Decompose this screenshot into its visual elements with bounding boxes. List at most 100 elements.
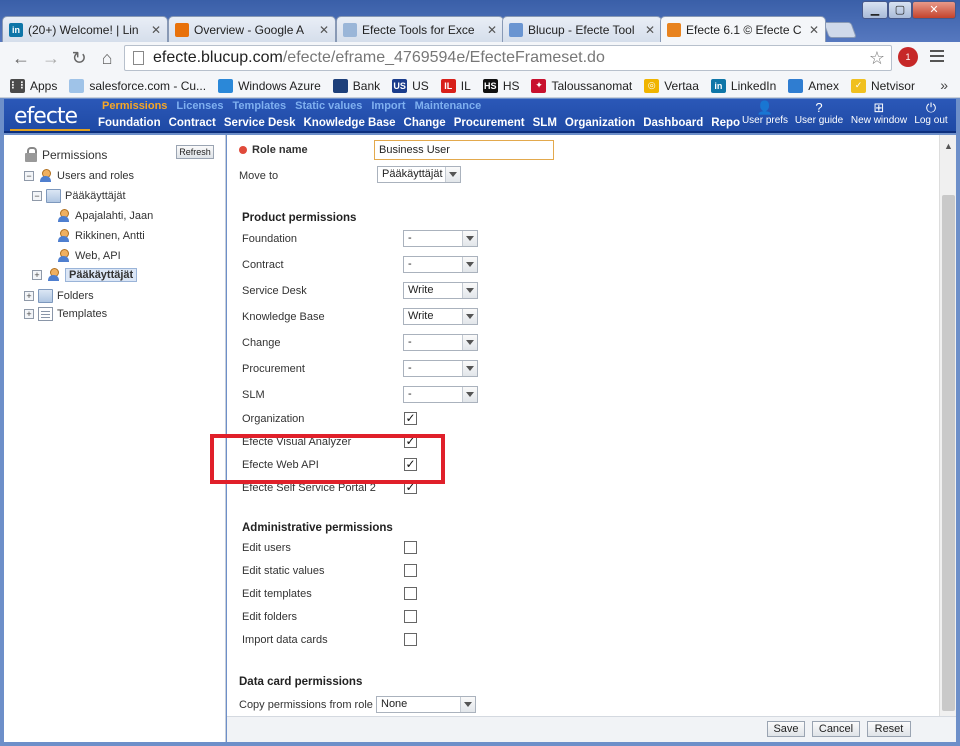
chevron-down-icon bbox=[462, 257, 477, 272]
tab-close-icon[interactable]: ✕ bbox=[487, 23, 497, 37]
mainnav-item[interactable]: Procurement bbox=[454, 117, 525, 129]
permission-select[interactable]: - bbox=[403, 386, 478, 403]
minimize-button[interactable]: ▁ bbox=[862, 1, 888, 19]
mainnav-item[interactable]: Foundation bbox=[98, 117, 161, 129]
permission-checkbox[interactable] bbox=[404, 541, 417, 554]
forward-icon[interactable]: → bbox=[40, 47, 62, 69]
tree-item-label: Users and roles bbox=[57, 170, 135, 182]
tab-close-icon[interactable]: ✕ bbox=[151, 23, 161, 37]
browser-tab[interactable]: in (20+) Welcome! | Lin ✕ bbox=[2, 16, 168, 42]
address-bar[interactable]: efecte.blucup.com/efecte/eframe_4769594e… bbox=[124, 45, 892, 71]
form-scrollbar[interactable]: ▲ bbox=[939, 135, 956, 716]
expand-icon[interactable]: + bbox=[24, 309, 34, 319]
tree-item[interactable]: Apajalahti, Jaan bbox=[56, 208, 153, 224]
scroll-up-icon[interactable]: ▲ bbox=[944, 141, 953, 151]
tree-item[interactable]: − Pääkäyttäjät bbox=[32, 188, 126, 204]
reload-icon[interactable]: ↻ bbox=[68, 47, 90, 69]
save-button[interactable]: Save bbox=[767, 721, 805, 737]
header-tool[interactable]: ⊞ New window bbox=[848, 101, 910, 127]
tab-close-icon[interactable]: ✕ bbox=[319, 23, 329, 37]
back-icon[interactable]: ← bbox=[10, 47, 32, 69]
subnav-item[interactable]: Static values bbox=[295, 100, 362, 112]
tree-item-label: Web, API bbox=[75, 250, 121, 262]
subnav-item[interactable]: Licenses bbox=[176, 100, 223, 112]
permission-select[interactable]: Write bbox=[403, 308, 478, 325]
new-tab-button[interactable] bbox=[823, 22, 857, 38]
bookmark-item[interactable]: ✓ Netvisor bbox=[850, 78, 915, 93]
bookmark-item[interactable]: Amex bbox=[788, 78, 839, 93]
permission-select[interactable]: - bbox=[403, 256, 478, 273]
home-icon[interactable]: ⌂ bbox=[96, 47, 118, 69]
bookmark-item[interactable]: in LinkedIn bbox=[710, 78, 776, 93]
bookmark-item[interactable]: US US bbox=[392, 78, 429, 93]
mainnav-item[interactable]: Service Desk bbox=[224, 117, 296, 129]
permission-select[interactable]: - bbox=[403, 334, 478, 351]
permission-select[interactable]: Write bbox=[403, 282, 478, 299]
browser-tab[interactable]: Blucup - Efecte Tool ✕ bbox=[502, 16, 662, 42]
header-tool[interactable]: 👤 User prefs bbox=[740, 101, 790, 127]
tree-root[interactable]: Permissions bbox=[24, 147, 107, 163]
tab-close-icon[interactable]: ✕ bbox=[809, 23, 819, 37]
reset-button[interactable]: Reset bbox=[867, 721, 911, 737]
user-icon bbox=[46, 268, 61, 282]
bookmark-item[interactable]: Windows Azure bbox=[218, 78, 321, 93]
permission-select[interactable]: - bbox=[403, 230, 478, 247]
permission-label: Service Desk bbox=[242, 285, 307, 297]
bookmarks-more-icon[interactable]: » bbox=[940, 77, 948, 93]
browser-tab[interactable]: Efecte Tools for Exce ✕ bbox=[336, 16, 504, 42]
permission-checkbox[interactable] bbox=[404, 587, 417, 600]
close-window-button[interactable]: ✕ bbox=[912, 1, 956, 19]
tree-item[interactable]: + Folders bbox=[24, 288, 94, 304]
subnav-item[interactable]: Maintenance bbox=[415, 100, 482, 112]
browser-tab[interactable]: Efecte 6.1 © Efecte C ✕ bbox=[660, 16, 826, 42]
move-to-select[interactable]: Pääkäyttäjät bbox=[377, 166, 461, 183]
collapse-icon[interactable]: − bbox=[32, 191, 42, 201]
chevron-down-icon bbox=[462, 387, 477, 402]
role-name-input[interactable] bbox=[374, 140, 554, 160]
bookmark-item[interactable]: ◎ Vertaa bbox=[644, 78, 699, 93]
mainnav-item[interactable]: Contract bbox=[169, 117, 216, 129]
header-tool[interactable]: ? User guide bbox=[790, 101, 848, 127]
apps-icon: ⋮⋮ bbox=[9, 78, 27, 93]
maximize-button[interactable]: ▢ bbox=[888, 1, 912, 19]
tree-item[interactable]: Web, API bbox=[56, 248, 121, 264]
refresh-button[interactable]: Refresh bbox=[176, 145, 214, 159]
tree-item[interactable]: + Pääkäyttäjät bbox=[32, 267, 138, 283]
scrollbar-thumb[interactable] bbox=[942, 195, 955, 711]
mainnav-item[interactable]: Knowledge Base bbox=[304, 117, 396, 129]
efecte-logo[interactable]: efecte bbox=[14, 104, 78, 129]
browser-menu-icon[interactable] bbox=[930, 50, 944, 64]
permission-checkbox[interactable] bbox=[404, 610, 417, 623]
browser-tab[interactable]: Overview - Google A ✕ bbox=[168, 16, 336, 42]
bookmark-item[interactable]: ⋮⋮ Apps bbox=[9, 78, 57, 93]
header-tool[interactable]: ⏻ Log out bbox=[910, 101, 952, 127]
bookmark-item[interactable]: IL IL bbox=[440, 78, 471, 93]
collapse-icon[interactable]: − bbox=[24, 171, 34, 181]
tree-item[interactable]: + Templates bbox=[24, 306, 107, 322]
mainnav-item[interactable]: Change bbox=[404, 117, 446, 129]
mainnav-item[interactable]: Organization bbox=[565, 117, 635, 129]
bookmark-item[interactable]: ✦ Taloussanomat bbox=[531, 78, 632, 93]
tree-item[interactable]: − Users and roles bbox=[24, 168, 134, 184]
expand-icon[interactable]: + bbox=[24, 291, 34, 301]
copy-permissions-select[interactable]: None bbox=[376, 696, 476, 713]
tab-close-icon[interactable]: ✕ bbox=[645, 23, 655, 37]
bookmark-star-icon[interactable]: ☆ bbox=[869, 46, 885, 70]
subnav-item[interactable]: Permissions bbox=[102, 100, 167, 112]
expand-icon[interactable]: + bbox=[32, 270, 42, 280]
subnav-item[interactable]: Import bbox=[371, 100, 405, 112]
extension-icon[interactable]: 1 bbox=[898, 47, 918, 67]
subnav-item[interactable]: Templates bbox=[233, 100, 287, 112]
mainnav-item[interactable]: Dashboard bbox=[643, 117, 703, 129]
permission-checkbox[interactable] bbox=[404, 633, 417, 646]
permission-checkbox[interactable] bbox=[404, 564, 417, 577]
mainnav-item[interactable]: SLM bbox=[533, 117, 557, 129]
tree-item[interactable]: Rikkinen, Antti bbox=[56, 228, 145, 244]
permission-select[interactable]: - bbox=[403, 360, 478, 377]
permission-checkbox[interactable]: ✓ bbox=[404, 412, 417, 425]
bookmark-item[interactable]: salesforce.com - Cu... bbox=[69, 78, 206, 93]
bookmark-item[interactable]: Bank bbox=[332, 78, 380, 93]
mainnav-item[interactable]: Reports bbox=[711, 117, 740, 129]
cancel-button[interactable]: Cancel bbox=[812, 721, 860, 737]
bookmark-item[interactable]: HS HS bbox=[482, 78, 519, 93]
